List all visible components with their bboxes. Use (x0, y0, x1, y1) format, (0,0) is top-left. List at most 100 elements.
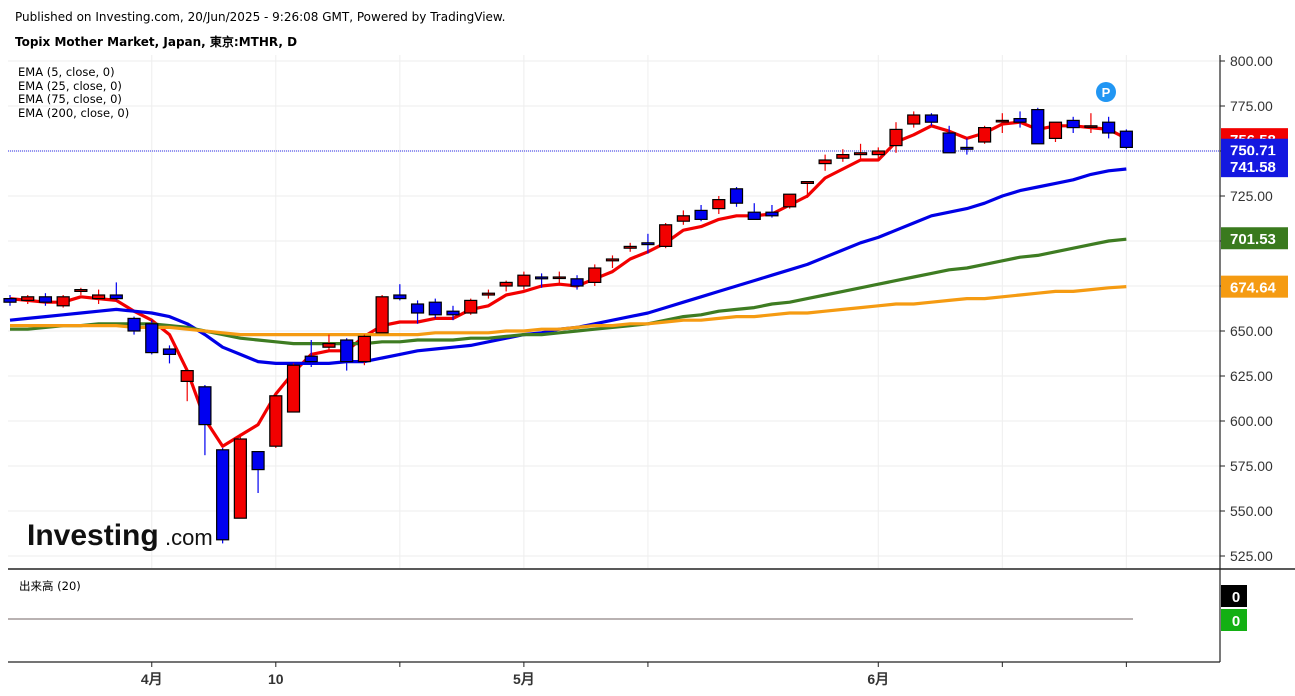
candle-body (198, 386, 212, 426)
candle[interactable] (109, 282, 123, 301)
candle[interactable] (216, 448, 230, 544)
candle-body (1119, 130, 1133, 148)
candle-body (322, 343, 336, 348)
candle-body (765, 211, 779, 217)
candle[interactable] (783, 193, 797, 209)
candle[interactable] (924, 113, 939, 126)
candle[interactable] (393, 284, 407, 301)
axes: 800.00775.00750.00725.00700.00675.00650.… (8, 53, 1295, 687)
logo-suffix: .com (165, 525, 213, 550)
candle[interactable] (712, 196, 726, 214)
candle[interactable] (659, 223, 673, 249)
y-tick-label: 625.00 (1230, 368, 1273, 384)
candle[interactable] (251, 451, 265, 493)
candle-body (145, 323, 159, 354)
y-tick-label: 725.00 (1230, 188, 1273, 204)
last-value-badge: 674.64 (1221, 275, 1288, 298)
candle[interactable] (428, 298, 442, 319)
candle[interactable] (853, 143, 868, 160)
candle[interactable] (960, 138, 974, 155)
candle[interactable] (286, 363, 301, 413)
y-tick-label: 800.00 (1230, 53, 1273, 69)
volume-badge: 0 (1221, 609, 1247, 631)
candle[interactable] (676, 210, 690, 225)
candle[interactable] (3, 295, 17, 306)
candle-body (676, 215, 690, 222)
candle[interactable] (56, 295, 70, 308)
candle[interactable] (375, 295, 389, 334)
candle[interactable] (91, 289, 106, 304)
candle[interactable] (729, 187, 744, 207)
candle[interactable] (357, 334, 371, 366)
candle-body (162, 348, 177, 356)
badge-text: 741.58 (1230, 159, 1276, 176)
candle[interactable] (1031, 107, 1045, 145)
candle-body (836, 154, 850, 159)
candle[interactable] (1102, 116, 1116, 139)
ema-line[interactable] (9, 167, 1127, 365)
candle[interactable] (145, 320, 159, 355)
candle[interactable] (74, 287, 88, 295)
candle[interactable] (623, 242, 637, 252)
candle[interactable] (818, 154, 832, 171)
candle-body (21, 296, 35, 301)
candle[interactable] (605, 255, 620, 268)
candle-body (1102, 121, 1116, 134)
candle-body (286, 364, 301, 413)
y-tick-label: 650.00 (1230, 323, 1273, 339)
candle-body (659, 224, 673, 248)
ema-line[interactable] (10, 285, 1127, 337)
ema-lines (9, 120, 1128, 448)
candle[interactable] (340, 338, 354, 371)
candle-body (907, 114, 921, 125)
y-tick-label: 600.00 (1230, 413, 1273, 429)
candle-body (977, 126, 992, 143)
p-marker-icon[interactable]: P (1096, 82, 1116, 102)
candle[interactable] (198, 385, 212, 456)
price-chart[interactable]: 800.00775.00750.00725.00700.00675.00650.… (0, 0, 1295, 696)
candle[interactable] (269, 392, 283, 448)
candle-body (800, 181, 815, 185)
candle[interactable] (162, 345, 177, 364)
candle[interactable] (499, 280, 513, 292)
candle[interactable] (694, 205, 708, 222)
y-tick-label: 525.00 (1230, 548, 1273, 564)
candle[interactable] (481, 289, 496, 299)
candle-body (340, 339, 354, 363)
candle[interactable] (977, 125, 992, 144)
candle[interactable] (871, 147, 885, 160)
candle[interactable] (1066, 116, 1080, 133)
candle-body (942, 132, 956, 154)
candle[interactable] (747, 203, 761, 220)
candle[interactable] (517, 271, 531, 290)
candle-body (570, 278, 584, 287)
candle[interactable] (570, 275, 584, 290)
candle[interactable] (552, 271, 566, 285)
ema-line[interactable] (9, 120, 1128, 448)
last-value-badge: 741.58 (1221, 155, 1288, 178)
candle[interactable] (464, 298, 478, 315)
candle[interactable] (233, 433, 247, 519)
candle-body (694, 209, 708, 220)
candle[interactable] (1119, 129, 1133, 150)
y-tick-label: 550.00 (1230, 503, 1273, 519)
investing-logo: Investing .com (27, 519, 213, 552)
candle-body (1031, 108, 1045, 145)
candle-body (109, 294, 123, 300)
candle-body (375, 296, 389, 334)
candle-body (393, 294, 407, 300)
last-value-badge: 701.53 (1221, 227, 1288, 250)
candle[interactable] (1084, 113, 1098, 133)
candle-body (747, 211, 761, 220)
candle[interactable] (1048, 121, 1063, 142)
candle-body (74, 289, 88, 293)
candle[interactable] (127, 316, 141, 335)
candle-body (269, 395, 283, 447)
candle-body (481, 292, 496, 296)
candle[interactable] (588, 264, 602, 286)
candle[interactable] (907, 111, 921, 128)
candle-body (56, 296, 70, 307)
logo-text: Investing (27, 519, 159, 552)
candle[interactable] (21, 295, 35, 304)
candle[interactable] (38, 293, 53, 306)
